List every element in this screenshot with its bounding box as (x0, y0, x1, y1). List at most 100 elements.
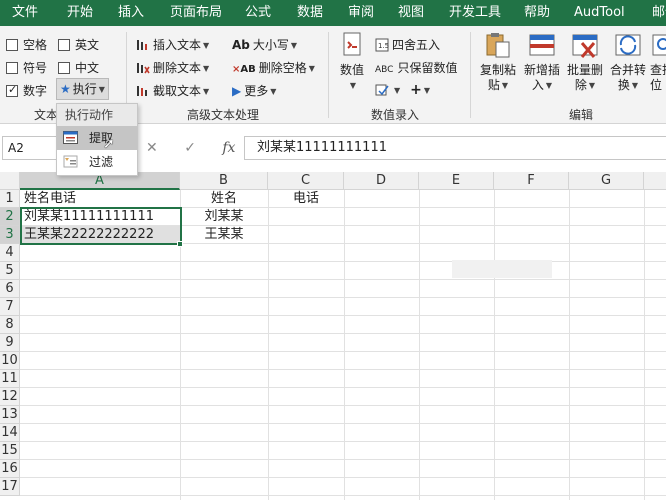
svg-text:1.5: 1.5 (378, 42, 389, 50)
cell-a1[interactable]: 姓名电话 (21, 190, 180, 208)
menu-item-label: 过滤 (89, 155, 114, 169)
grid-line (494, 190, 495, 500)
find-label-2: 位 (650, 78, 663, 92)
checkbox-number[interactable]: 数字 (6, 82, 47, 99)
insert-text-button[interactable]: 插入文本 ▼ (136, 36, 209, 53)
chevron-down-icon: ▼ (394, 86, 401, 95)
row-header-5[interactable]: 5 (0, 262, 20, 280)
more-button[interactable]: ▶ 更多 ▼ (232, 82, 276, 99)
cell-c1[interactable]: 电话 (268, 190, 344, 208)
round-icon: 1.5 (375, 38, 389, 52)
batch-delete-button[interactable]: 批量删 除 ▼ (563, 30, 607, 93)
ghost-overlay (452, 260, 552, 278)
row-header-14[interactable]: 14 (0, 424, 20, 442)
row-header-1[interactable]: 1 (0, 190, 20, 208)
tab-view[interactable]: 视图 (398, 0, 424, 26)
tab-insert[interactable]: 插入 (118, 0, 144, 26)
row-header-4[interactable]: 4 (0, 244, 20, 262)
menu-item-extract[interactable]: 提取 ➚ (57, 126, 137, 152)
row-header-7[interactable]: 7 (0, 298, 20, 316)
checkbox-box[interactable] (6, 62, 18, 74)
cell-b2[interactable]: 刘某某 (180, 208, 268, 226)
copy-paste-button[interactable]: 复制粘 贴 ▼ (476, 30, 520, 93)
checkbox-box[interactable] (58, 39, 70, 51)
checkbox-box[interactable] (6, 83, 18, 97)
fill-handle[interactable] (177, 241, 183, 247)
tab-audtool[interactable]: AudTool (574, 0, 625, 26)
row-header-17[interactable]: 17 (0, 478, 20, 496)
row-header-10[interactable]: 10 (0, 352, 20, 370)
column-header-e[interactable]: E (419, 172, 494, 190)
row-header-3[interactable]: 3 (0, 226, 20, 244)
chevron-down-icon: ▼ (308, 64, 315, 73)
insert-button[interactable]: 新增插 入 ▼ (520, 30, 564, 93)
grid-line (20, 423, 666, 424)
tab-file[interactable]: 文件 (12, 0, 38, 26)
keep-numbers-button[interactable]: ABC 只保留数值 (375, 59, 457, 76)
row-header-9[interactable]: 9 (0, 334, 20, 352)
extract-text-button[interactable]: 截取文本 ▼ (136, 82, 209, 99)
selection-range (20, 207, 182, 245)
insert-text-icon (137, 40, 147, 50)
tab-formulas[interactable]: 公式 (245, 0, 271, 26)
tab-help[interactable]: 帮助 (524, 0, 550, 26)
cell-b1[interactable]: 姓名 (180, 190, 268, 208)
menu-item-filter[interactable]: 过滤 (57, 150, 137, 174)
find-locate-button[interactable]: 查找 位 (650, 30, 666, 93)
tab-review[interactable]: 审阅 (348, 0, 374, 26)
insert-label-line2: 入 ▼ (520, 78, 564, 93)
delete-text-icon (137, 63, 150, 74)
remove-space-button[interactable]: ×AB 删除空格 ▼ (232, 59, 315, 76)
checkbox-chinese[interactable]: 中文 (58, 59, 99, 76)
clipboard-icon (483, 30, 513, 60)
column-header-g[interactable]: G (569, 172, 644, 190)
column-header-c[interactable]: C (268, 172, 344, 190)
group-label-text: 文本 (34, 108, 59, 122)
formula-input[interactable]: 刘某某11111111111 (244, 136, 666, 160)
find-label: 查找 (650, 63, 666, 77)
round-button[interactable]: 1.5 四舍五入 (375, 36, 440, 53)
delete-text-button[interactable]: 删除文本 ▼ (136, 59, 209, 76)
row-header-8[interactable]: 8 (0, 316, 20, 334)
row-header-15[interactable]: 15 (0, 442, 20, 460)
tab-developer[interactable]: 开发工具 (449, 0, 501, 26)
number-button[interactable]: 数值 ▼ (334, 30, 370, 93)
row-header-11[interactable]: 11 (0, 370, 20, 388)
column-header-h[interactable] (644, 172, 666, 190)
keep-numbers-icon: ABC (375, 65, 394, 75)
checkbox-symbol[interactable]: 符号 (6, 59, 47, 76)
column-header-b[interactable]: B (180, 172, 268, 190)
grid-line (268, 190, 269, 500)
number-extra-tools[interactable]: ▼ + ▼ (375, 82, 430, 98)
merge-convert-button[interactable]: 合并转 换 ▼ (606, 30, 650, 93)
row-header-12[interactable]: 12 (0, 388, 20, 406)
checkbox-space[interactable]: 空格 (6, 36, 47, 53)
row-header-13[interactable]: 13 (0, 406, 20, 424)
checkbox-english[interactable]: 英文 (58, 36, 99, 53)
chevron-down-icon: ▼ (631, 81, 639, 90)
column-header-f[interactable]: F (494, 172, 569, 190)
cell-b3[interactable]: 王某某 (180, 226, 268, 244)
chevron-down-icon: ▼ (203, 41, 210, 50)
remove-space-icon: ×AB (232, 64, 256, 75)
select-all-corner[interactable] (0, 172, 20, 190)
row-header-16[interactable]: 16 (0, 460, 20, 478)
row-header-6[interactable]: 6 (0, 280, 20, 298)
case-button[interactable]: Ab 大小写 ▼ (232, 36, 297, 53)
tab-mail[interactable]: 邮件 (652, 0, 666, 26)
tab-page-layout[interactable]: 页面布局 (170, 0, 222, 26)
checkbox-box[interactable] (58, 62, 70, 74)
function-icon[interactable]: fx (222, 140, 235, 156)
column-header-d[interactable]: D (344, 172, 419, 190)
checkbox-box[interactable] (6, 39, 18, 51)
grid-line (419, 190, 420, 500)
row-header-2[interactable]: 2 (0, 208, 20, 226)
tab-home[interactable]: 开始 (67, 0, 93, 26)
cancel-icon[interactable]: ✕ (146, 140, 158, 156)
execute-button[interactable]: ★ 执行 ▼ (56, 78, 109, 100)
chevron-down-icon: ▼ (501, 81, 509, 90)
filter-icon (63, 155, 78, 168)
ribbon-separator (470, 32, 471, 118)
tab-data[interactable]: 数据 (297, 0, 323, 26)
confirm-icon[interactable]: ✓ (184, 140, 196, 156)
